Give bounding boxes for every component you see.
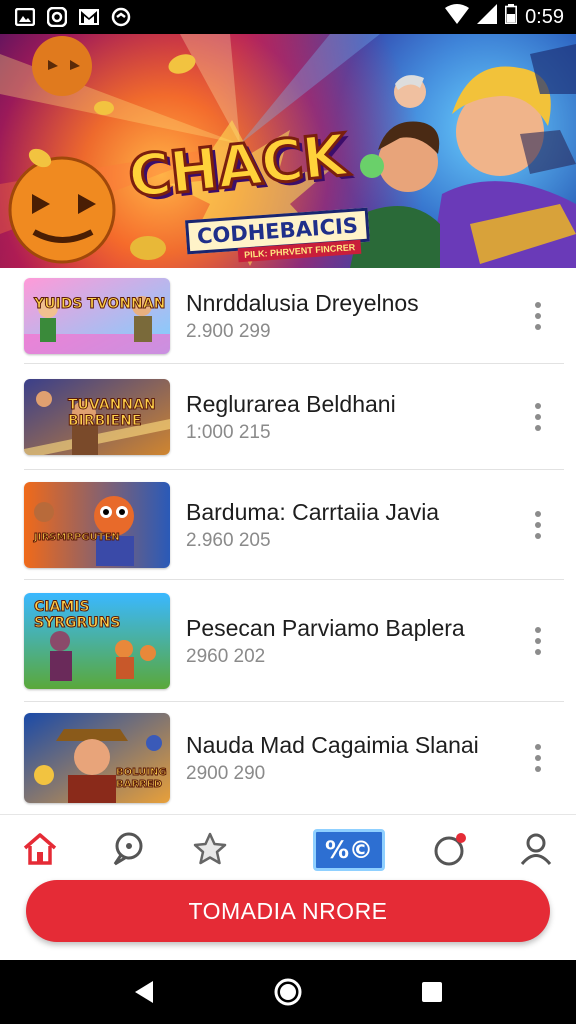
photo-icon [14,8,36,26]
signal-icon [477,4,498,30]
list-item[interactable]: TUVANNAN BIRBIENE Reglurarea Beldhani 1:… [0,364,576,470]
instagram-icon [46,7,68,27]
thumb-label: CIAMIS SYRGRUNS [34,599,121,632]
more-options-icon[interactable] [530,627,546,655]
system-nav-bar [0,960,576,1024]
star-icon[interactable] [190,829,230,869]
bottom-nav: %© [0,814,576,886]
game-thumbnail: CIAMIS SYRGRUNS [24,593,170,689]
chat-icon[interactable] [108,829,148,869]
list-item[interactable]: BOLUING BARRED Nauda Mad Cagaimia Slanai… [0,702,576,814]
home-icon[interactable] [20,829,60,869]
more-options-icon[interactable] [530,744,546,772]
back-icon[interactable] [126,974,162,1010]
rewards-badge[interactable]: %© [313,829,385,871]
more-options-icon[interactable] [530,302,546,330]
game-title: Nnrddalusia Dreyelnos [186,290,419,316]
game-title: Barduma: Carrtaiia Javia [186,499,440,525]
thumb-label: JIRSMRPGUTEN [34,532,121,544]
game-thumbnail: JIRSMRPGUTEN [24,482,170,568]
game-title: Reglurarea Beldhani [186,391,396,417]
home-circle-icon[interactable] [270,974,306,1010]
game-title: Nauda Mad Cagaimia Slanai [186,732,479,758]
thumb-label: YUIDS TVONNAN [33,296,166,313]
wifi-icon [445,4,470,30]
more-options-icon[interactable] [530,511,546,539]
recents-icon[interactable] [414,974,450,1010]
sync-icon [110,7,132,27]
game-thumbnail: YUIDS TVONNAN [24,278,170,354]
thumb-art [24,482,170,568]
game-thumbnail: TUVANNAN BIRBIENE [24,379,170,455]
thumb-art [24,278,170,354]
game-stats: 2960 202 [186,646,266,667]
game-stats: 2.900 299 [186,321,271,342]
status-time: 0:59 [525,5,564,28]
thumb-label: BOLUING BARRED [116,767,168,791]
primary-action-button[interactable]: TOMADIA NRORE [26,880,550,942]
list-item[interactable]: YUIDS TVONNAN Nnrddalusia Dreyelnos 2.90… [0,268,576,364]
hero-banner[interactable]: CHACK CODHEBAICIS PILK: PHRVENT FINCRER [0,34,576,268]
battery-icon [505,4,518,30]
gmail-icon [78,8,100,26]
thumb-label: TUVANNAN BIRBIENE [68,397,157,430]
game-list: YUIDS TVONNAN Nnrddalusia Dreyelnos 2.90… [0,268,576,814]
list-item[interactable]: CIAMIS SYRGRUNS Pesecan Parviamo Baplera… [0,580,576,702]
more-options-icon[interactable] [530,403,546,431]
game-title: Pesecan Parviamo Baplera [186,615,465,641]
status-bar: 0:59 [0,0,576,34]
game-stats: 2.960 205 [186,530,271,551]
game-thumbnail: BOLUING BARRED [24,713,170,803]
game-stats: 1:000 215 [186,422,271,443]
list-item[interactable]: JIRSMRPGUTEN Barduma: Carrtaiia Javia 2.… [0,470,576,580]
notification-icon[interactable] [430,829,470,869]
game-stats: 2900 290 [186,763,266,784]
profile-icon[interactable] [516,829,556,869]
app-screen: 0:59 CHACK CODHEBAICIS PILK: PHRVENT FIN… [0,0,576,1024]
